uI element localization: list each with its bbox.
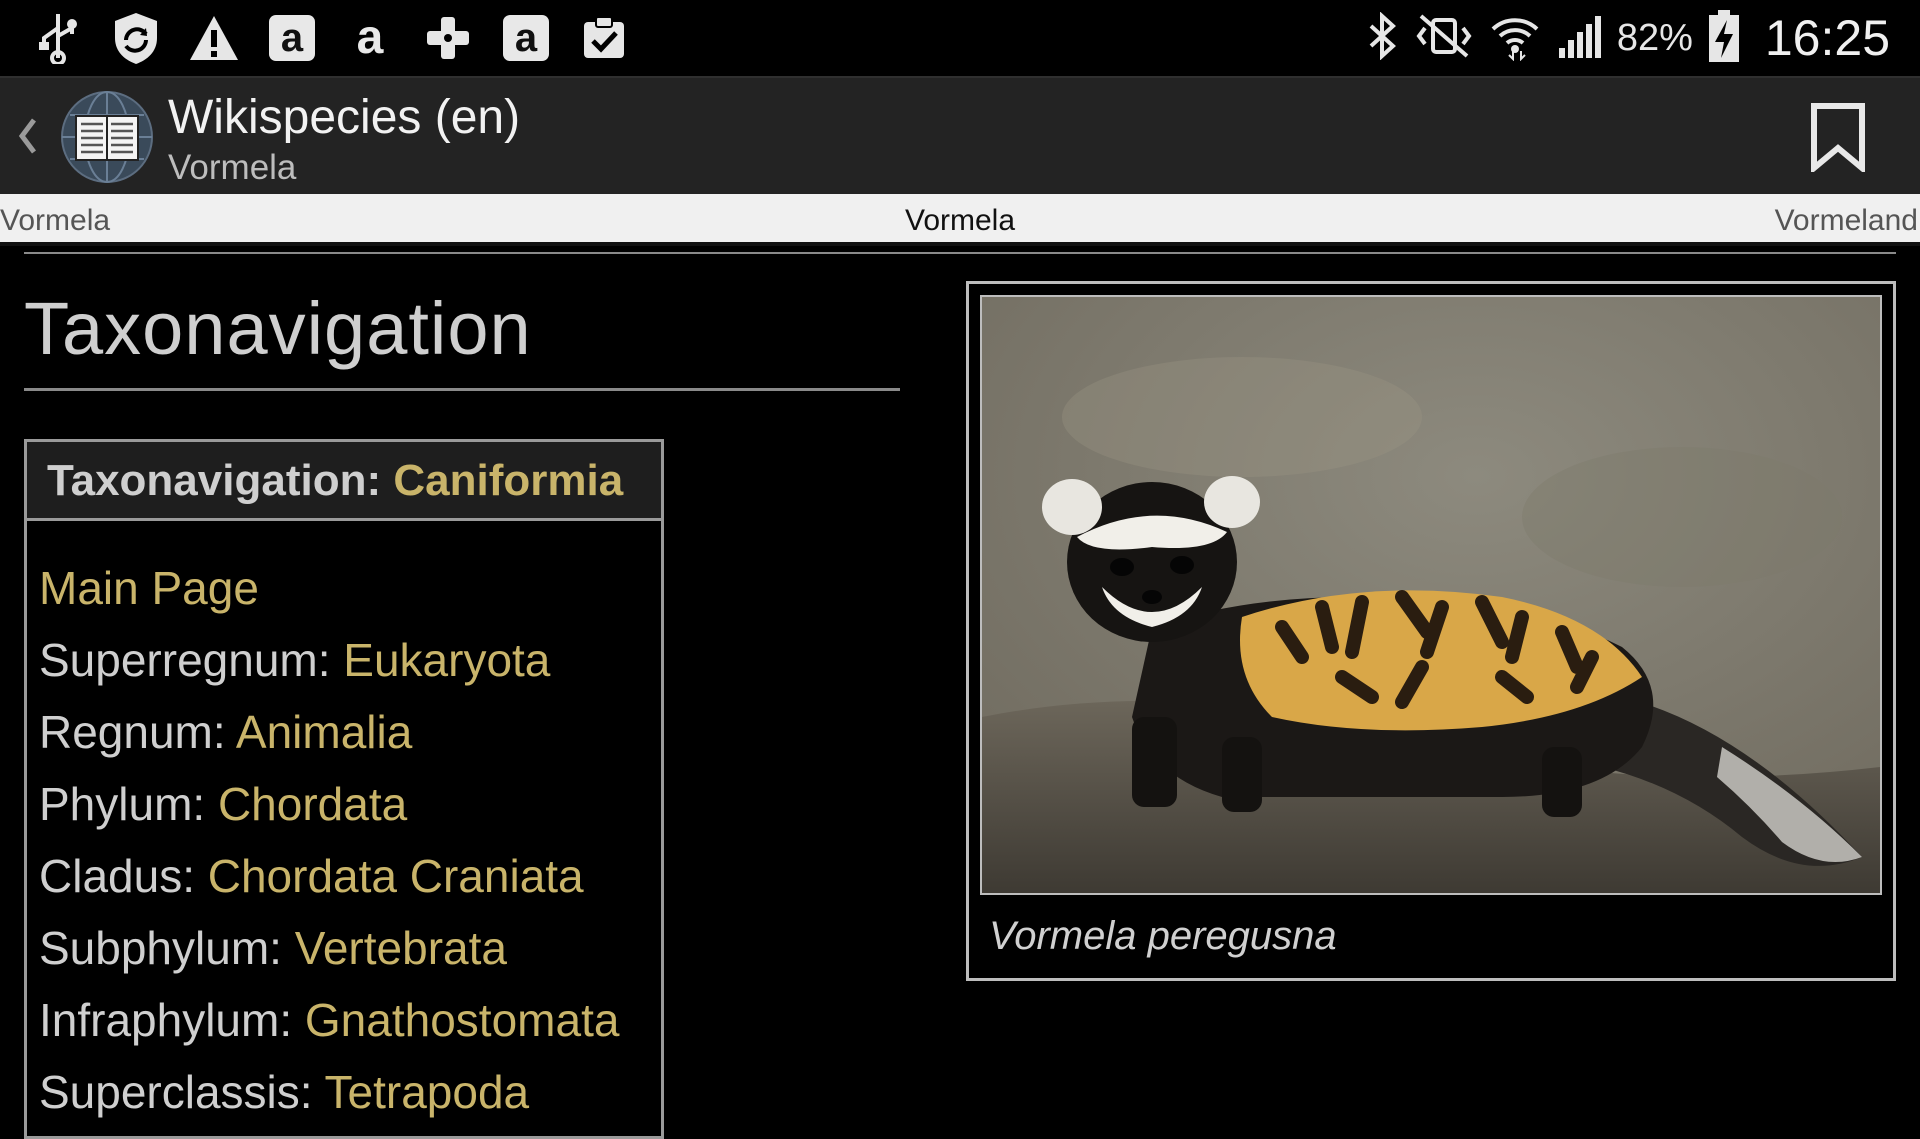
rank-label: Cladus: bbox=[39, 850, 195, 902]
rank-label: Superclassis: bbox=[39, 1066, 313, 1118]
clipboard-check-icon bbox=[576, 10, 632, 66]
rank-label: Infraphylum: bbox=[39, 994, 293, 1046]
usb-icon bbox=[30, 10, 86, 66]
rank-label: Regnum: bbox=[39, 706, 226, 758]
list-item: Phylum: Chordata bbox=[39, 768, 619, 840]
app-title: Wikispecies (en) bbox=[168, 91, 521, 144]
rank-label: Superregnum: bbox=[39, 634, 331, 686]
amazon-icon: a bbox=[264, 10, 320, 66]
list-item: Main Page bbox=[39, 552, 619, 624]
battery-charging-icon bbox=[1707, 8, 1741, 68]
vibrate-mute-icon bbox=[1413, 12, 1475, 64]
rank-label: Subphylum: bbox=[39, 922, 282, 974]
caniformia-link[interactable]: Caniformia bbox=[393, 456, 623, 505]
wifi-icon bbox=[1489, 11, 1541, 65]
list-item: Regnum: Animalia bbox=[39, 696, 619, 768]
app-globe-icon[interactable] bbox=[60, 90, 154, 184]
taxon-link[interactable]: Eukaryota bbox=[343, 634, 550, 686]
taxon-link[interactable]: Chordata Craniata bbox=[208, 850, 584, 902]
taxon-link[interactable]: Tetrapoda bbox=[325, 1066, 530, 1118]
back-chevron-icon[interactable] bbox=[12, 106, 42, 166]
image-caption: Vormela peregusna bbox=[989, 914, 1337, 958]
status-bar: a a a 82% 16:25 bbox=[0, 0, 1920, 76]
amazon-icon: a bbox=[498, 10, 554, 66]
battery-percent: 82% bbox=[1616, 16, 1693, 59]
page-tab-strip: Vormela Vormela Vormeland bbox=[0, 194, 1920, 246]
amazon-icon: a bbox=[356, 11, 384, 64]
shield-sync-icon bbox=[108, 10, 164, 66]
bookmark-icon[interactable] bbox=[1808, 102, 1868, 175]
bluetooth-icon bbox=[1365, 11, 1399, 64]
system-status: 82% 16:25 bbox=[1365, 8, 1890, 68]
rank-label: Phylum: bbox=[39, 778, 206, 830]
list-item: Infraphylum: Gnathostomata bbox=[39, 984, 619, 1056]
taxon-link[interactable]: Gnathostomata bbox=[305, 994, 620, 1046]
taxon-link[interactable]: Chordata bbox=[218, 778, 407, 830]
section-heading: Taxonavigation bbox=[24, 287, 532, 370]
list-item: Superregnum: Eukaryota bbox=[39, 624, 619, 696]
page-content: Taxonavigation Taxonavigation: Caniformi… bbox=[0, 246, 1920, 1139]
divider bbox=[24, 388, 900, 391]
tab-next[interactable]: Vormeland bbox=[1775, 204, 1918, 238]
notification-icons: a a a bbox=[30, 8, 632, 68]
action-bar: Wikispecies (en) Vormela bbox=[0, 76, 1920, 196]
taxonavigation-header: Taxonavigation: Caniformia bbox=[27, 442, 661, 521]
main-page-link[interactable]: Main Page bbox=[39, 562, 259, 614]
signal-icon bbox=[1555, 12, 1603, 64]
tab-current[interactable]: Vormela bbox=[0, 204, 1920, 238]
taxonavigation-box: Taxonavigation: Caniformia Main Page Sup… bbox=[24, 439, 664, 1139]
image-thumbnail-box: Vormela peregusna bbox=[966, 281, 1896, 981]
game-controller-icon bbox=[420, 10, 476, 66]
marbled-polecat-photo[interactable] bbox=[980, 295, 1882, 895]
page-subtitle: Vormela bbox=[168, 148, 297, 187]
list-item: Cladus: Chordata Craniata bbox=[39, 840, 619, 912]
taxonomy-list: Main Page Superregnum: Eukaryota Regnum:… bbox=[39, 552, 619, 1128]
taxonavigation-label: Taxonavigation: bbox=[47, 456, 382, 505]
list-item: Subphylum: Vertebrata bbox=[39, 912, 619, 984]
taxon-link[interactable]: Vertebrata bbox=[295, 922, 507, 974]
clock: 16:25 bbox=[1764, 10, 1890, 66]
list-item: Superclassis: Tetrapoda bbox=[39, 1056, 619, 1128]
warning-icon bbox=[186, 10, 242, 66]
taxon-link[interactable]: Animalia bbox=[236, 706, 412, 758]
divider bbox=[24, 252, 1896, 254]
